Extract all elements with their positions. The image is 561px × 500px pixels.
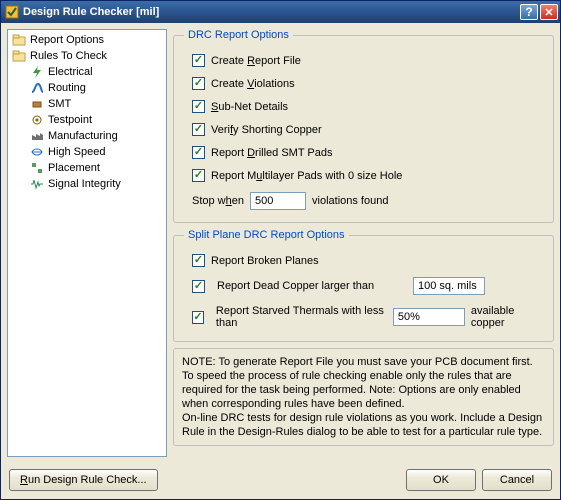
note-line: On-line DRC tests for design rule violat…	[182, 411, 545, 439]
create-report-file-label: Create Report File	[211, 55, 301, 67]
right-panel: DRC Report Options Create Report File Cr…	[173, 29, 554, 457]
subnet-details-label: Sub-Net Details	[211, 101, 288, 113]
tree-panel: Report Options Rules To Check Electrical…	[7, 29, 167, 457]
tree-label: Signal Integrity	[48, 178, 121, 190]
report-multilayer-checkbox[interactable]	[192, 169, 205, 182]
dialog-window: Design Rule Checker [mil] ? ✕ Report Opt…	[0, 0, 561, 500]
create-report-file-checkbox[interactable]	[192, 54, 205, 67]
tree-label: Report Options	[30, 34, 104, 46]
signal-integrity-icon	[30, 177, 44, 191]
electrical-icon	[30, 65, 44, 79]
report-multilayer-label: Report Multilayer Pads with 0 size Hole	[211, 170, 402, 182]
verify-shorting-copper-checkbox[interactable]	[192, 123, 205, 136]
available-copper-label: available copper	[471, 305, 543, 329]
help-button[interactable]: ?	[520, 4, 538, 20]
split-plane-group: Split Plane DRC Report Options Report Br…	[173, 229, 554, 342]
create-violations-checkbox[interactable]	[192, 77, 205, 90]
tree-label: Rules To Check	[30, 50, 107, 62]
dialog-body: Report Options Rules To Check Electrical…	[1, 23, 560, 465]
group-legend: DRC Report Options	[184, 29, 293, 41]
report-broken-planes-checkbox[interactable]	[192, 254, 205, 267]
dead-copper-input[interactable]	[413, 277, 485, 295]
tree-report-options[interactable]: Report Options	[8, 32, 166, 48]
ok-button[interactable]: OK	[406, 469, 476, 491]
tree-label: Placement	[48, 162, 100, 174]
verify-shorting-copper-label: Verify Shorting Copper	[211, 124, 322, 136]
tree-label: Testpoint	[48, 114, 92, 126]
group-legend: Split Plane DRC Report Options	[184, 229, 349, 241]
tree-label: Routing	[48, 82, 86, 94]
tree-label: High Speed	[48, 146, 106, 158]
tree-label: Electrical	[48, 66, 93, 78]
tree-smt[interactable]: SMT	[8, 96, 166, 112]
tree-label: SMT	[48, 98, 71, 110]
tree-manufacturing[interactable]: Manufacturing	[8, 128, 166, 144]
stop-when-input[interactable]	[250, 192, 306, 210]
tree-label: Manufacturing	[48, 130, 118, 142]
manufacturing-icon	[30, 129, 44, 143]
cancel-button[interactable]: Cancel	[482, 469, 552, 491]
window-title: Design Rule Checker [mil]	[23, 6, 518, 18]
tree-signal-integrity[interactable]: Signal Integrity	[8, 176, 166, 192]
report-drilled-smt-label: Report Drilled SMT Pads	[211, 147, 332, 159]
report-dead-copper-checkbox[interactable]	[192, 280, 205, 293]
create-violations-label: Create Violations	[211, 78, 295, 90]
note-line: NOTE: To generate Report File you must s…	[182, 355, 545, 369]
run-drc-button[interactable]: Run Design Rule Check...	[9, 469, 158, 491]
titlebar: Design Rule Checker [mil] ? ✕	[1, 1, 560, 23]
note-box: NOTE: To generate Report File you must s…	[173, 348, 554, 446]
report-broken-planes-label: Report Broken Planes	[211, 255, 319, 267]
report-starved-thermals-checkbox[interactable]	[192, 311, 204, 324]
drc-report-options-group: DRC Report Options Create Report File Cr…	[173, 29, 554, 223]
high-speed-icon	[30, 145, 44, 159]
subnet-details-checkbox[interactable]	[192, 100, 205, 113]
report-starved-thermals-label: Report Starved Thermals with less than	[216, 305, 387, 329]
report-dead-copper-label: Report Dead Copper larger than	[217, 280, 407, 292]
placement-icon	[30, 161, 44, 175]
tree-testpoint[interactable]: Testpoint	[8, 112, 166, 128]
button-bar: Run Design Rule Check... OK Cancel	[1, 465, 560, 499]
stop-when-label: Stop when	[192, 195, 244, 207]
routing-icon	[30, 81, 44, 95]
stop-when-suffix: violations found	[312, 195, 388, 207]
testpoint-icon	[30, 113, 44, 127]
tree-high-speed[interactable]: High Speed	[8, 144, 166, 160]
note-line: To speed the process of rule checking en…	[182, 369, 545, 411]
tree-rules-to-check[interactable]: Rules To Check	[8, 48, 166, 64]
folder-icon	[12, 49, 26, 63]
close-button[interactable]: ✕	[540, 4, 558, 20]
tree-placement[interactable]: Placement	[8, 160, 166, 176]
tree-routing[interactable]: Routing	[8, 80, 166, 96]
folder-icon	[12, 33, 26, 47]
report-drilled-smt-checkbox[interactable]	[192, 146, 205, 159]
smt-icon	[30, 97, 44, 111]
tree-electrical[interactable]: Electrical	[8, 64, 166, 80]
starved-thermals-input[interactable]	[393, 308, 465, 326]
app-icon	[5, 5, 19, 19]
